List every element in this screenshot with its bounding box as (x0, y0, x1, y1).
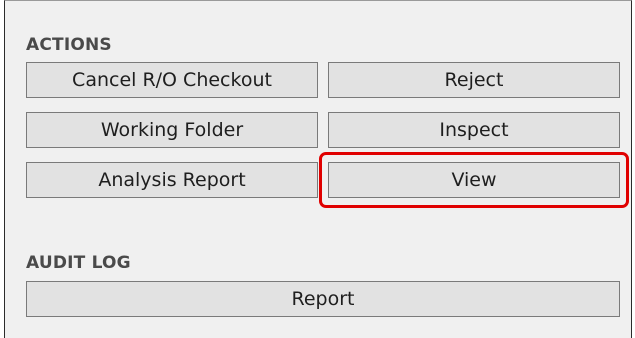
audit-log-header: AUDIT LOG (26, 253, 131, 273)
actions-header: ACTIONS (26, 35, 112, 55)
inspect-button[interactable]: Inspect (328, 112, 620, 148)
analysis-report-button[interactable]: Analysis Report (26, 162, 318, 198)
reject-button[interactable]: Reject (328, 62, 620, 98)
actions-panel: ACTIONS Cancel R/O Checkout Reject Worki… (4, 0, 632, 338)
view-button-highlight (319, 152, 629, 208)
cancel-ro-checkout-button[interactable]: Cancel R/O Checkout (26, 62, 318, 98)
working-folder-button[interactable]: Working Folder (26, 112, 318, 148)
report-button[interactable]: Report (26, 281, 620, 317)
